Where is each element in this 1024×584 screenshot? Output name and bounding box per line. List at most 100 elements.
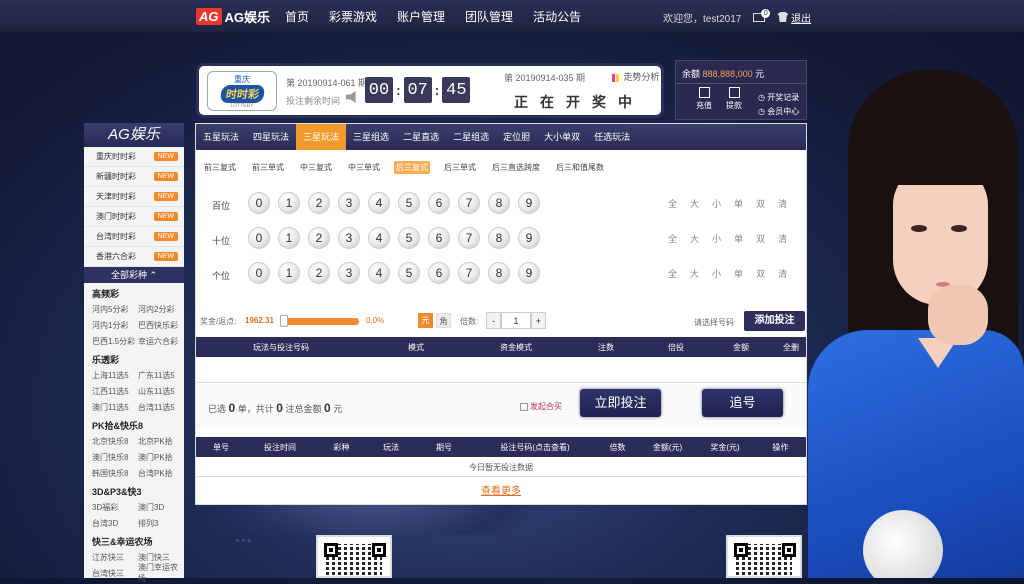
nav-account[interactable]: 账户管理 xyxy=(397,8,445,25)
sidebar-game-link[interactable]: 台湾PK拾 xyxy=(138,468,184,479)
rebate-slider-knob[interactable] xyxy=(280,315,288,327)
sidebar-game-link[interactable]: 广东11选5 xyxy=(138,370,184,381)
sidebar-game-link[interactable]: 澳门11选5 xyxy=(92,402,138,413)
tab-play-type[interactable]: 定位胆 xyxy=(496,124,537,150)
subtab-play[interactable]: 前三复式 xyxy=(202,161,238,174)
digit-ball[interactable]: 3 xyxy=(338,192,360,214)
group-buy-checkbox[interactable]: 发起合买 xyxy=(520,401,562,412)
chase-number-button[interactable]: 追号 xyxy=(702,389,783,417)
sidebar-game-link[interactable]: 台湾11选5 xyxy=(138,402,184,413)
quick-select-option[interactable]: 小 xyxy=(712,267,721,280)
sidebar-game-link[interactable]: 江西11选5 xyxy=(92,386,138,397)
sidebar-game-link[interactable]: 河内5分彩 xyxy=(92,304,138,315)
quick-select-option[interactable]: 全 xyxy=(668,267,677,280)
digit-ball[interactable]: 3 xyxy=(338,227,360,249)
quick-select-option[interactable]: 大 xyxy=(690,267,699,280)
member-center-link[interactable]: ◷ 会员中心 xyxy=(758,105,799,119)
bet-list-column-header[interactable]: 全删 xyxy=(776,342,806,353)
sidebar-hot-game[interactable]: 澳门时时彩 NEW xyxy=(84,207,184,227)
tab-play-type[interactable]: 三星组选 xyxy=(346,124,396,150)
sidebar-game-link[interactable]: 澳门快三 xyxy=(138,552,184,563)
quick-select-option[interactable]: 小 xyxy=(712,232,721,245)
subtab-play[interactable]: 后三和值尾数 xyxy=(554,161,606,174)
digit-ball[interactable]: 4 xyxy=(368,262,390,284)
sidebar-game-link[interactable]: 北京快乐8 xyxy=(92,436,138,447)
sidebar-game-link[interactable]: 澳门PK拾 xyxy=(138,452,184,463)
sidebar-hot-game[interactable]: 台湾时时彩 NEW xyxy=(84,227,184,247)
logout-link[interactable]: 退出 xyxy=(791,14,811,25)
multiplier-plus-button[interactable]: + xyxy=(531,312,546,329)
speaker-icon[interactable] xyxy=(346,91,356,103)
digit-ball[interactable]: 1 xyxy=(278,227,300,249)
subtab-play[interactable]: 后三直选跨度 xyxy=(490,161,542,174)
digit-ball[interactable]: 8 xyxy=(488,192,510,214)
mail-icon[interactable]: 0 xyxy=(753,9,771,22)
tab-play-type[interactable]: 任选玩法 xyxy=(587,124,637,150)
sidebar-game-link[interactable]: 上海11选5 xyxy=(92,370,138,381)
digit-ball[interactable]: 4 xyxy=(368,227,390,249)
digit-ball[interactable]: 4 xyxy=(368,192,390,214)
sidebar-game-link[interactable]: 韩国快乐8 xyxy=(92,468,138,479)
sidebar-hot-game[interactable]: 香港六合彩 NEW xyxy=(84,247,184,267)
subtab-play[interactable]: 中三复式 xyxy=(298,161,334,174)
sidebar-game-link[interactable]: 河内2分彩 xyxy=(138,304,184,315)
quick-select-option[interactable]: 大 xyxy=(690,232,699,245)
digit-ball[interactable]: 7 xyxy=(458,262,480,284)
digit-ball[interactable]: 0 xyxy=(248,192,270,214)
sidebar-game-link[interactable]: 台湾快三 xyxy=(92,568,138,579)
sidebar-game-link[interactable]: 排列3 xyxy=(138,518,184,529)
sidebar-hot-game[interactable]: 重庆时时彩 NEW xyxy=(84,147,184,167)
sidebar-game-link[interactable]: 巴西快乐彩 xyxy=(138,320,184,331)
sidebar-game-link[interactable]: 巴西1.5分彩 xyxy=(92,336,138,347)
subtab-play[interactable]: 后三单式 xyxy=(442,161,478,174)
all-games-toggle[interactable]: 全部彩种 ⌃ xyxy=(84,267,184,283)
digit-ball[interactable]: 5 xyxy=(398,192,420,214)
see-more-link[interactable]: 查看更多 xyxy=(196,482,806,497)
digit-ball[interactable]: 7 xyxy=(458,227,480,249)
quick-select-option[interactable]: 清 xyxy=(778,197,787,210)
sidebar-game-link[interactable]: 河内1分彩 xyxy=(92,320,138,331)
digit-ball[interactable]: 5 xyxy=(398,227,420,249)
nav-announcements[interactable]: 活动公告 xyxy=(533,8,581,25)
unit-jiao-button[interactable]: 角 xyxy=(436,313,451,328)
tab-play-type[interactable]: 五星玩法 xyxy=(196,124,246,150)
digit-ball[interactable]: 1 xyxy=(278,192,300,214)
sidebar-game-link[interactable]: 江苏快三 xyxy=(92,552,138,563)
quick-select-option[interactable]: 双 xyxy=(756,267,765,280)
digit-ball[interactable]: 7 xyxy=(458,192,480,214)
quick-select-option[interactable]: 小 xyxy=(712,197,721,210)
digit-ball[interactable]: 6 xyxy=(428,192,450,214)
quick-select-option[interactable]: 大 xyxy=(690,197,699,210)
digit-ball[interactable]: 9 xyxy=(518,262,540,284)
sidebar-game-link[interactable]: 山东11选5 xyxy=(138,386,184,397)
quick-select-option[interactable]: 单 xyxy=(734,197,743,210)
sidebar-game-link[interactable]: 北京PK拾 xyxy=(138,436,184,447)
sidebar-game-link[interactable]: 澳门幸运农场 xyxy=(138,562,184,584)
multiplier-input[interactable]: 1 xyxy=(501,312,531,329)
unit-yuan-button[interactable]: 元 xyxy=(418,313,433,328)
quick-select-option[interactable]: 清 xyxy=(778,267,787,280)
quick-select-option[interactable]: 清 xyxy=(778,232,787,245)
tab-play-type[interactable]: 二星直选 xyxy=(396,124,446,150)
site-logo[interactable]: AG AG娱乐 xyxy=(196,5,270,27)
trend-analysis-link[interactable]: 走势分析 xyxy=(612,70,660,83)
digit-ball[interactable]: 9 xyxy=(518,192,540,214)
digit-ball[interactable]: 0 xyxy=(248,227,270,249)
tab-play-type[interactable]: 二星组选 xyxy=(446,124,496,150)
tab-play-type[interactable]: 三星玩法 xyxy=(296,124,347,150)
digit-ball[interactable]: 9 xyxy=(518,227,540,249)
sidebar-game-link[interactable]: 幸运六合彩 xyxy=(138,336,184,347)
tab-play-type[interactable]: 大小单双 xyxy=(537,124,587,150)
digit-ball[interactable]: 8 xyxy=(488,227,510,249)
digit-ball[interactable]: 0 xyxy=(248,262,270,284)
digit-ball[interactable]: 3 xyxy=(338,262,360,284)
tab-play-type[interactable]: 四星玩法 xyxy=(246,124,296,150)
sidebar-hot-game[interactable]: 新疆时时彩 NEW xyxy=(84,167,184,187)
place-bet-button[interactable]: 立即投注 xyxy=(580,389,661,417)
sidebar-game-link[interactable]: 3D福彩 xyxy=(92,502,138,513)
withdraw-button[interactable]: 提款 xyxy=(726,87,742,111)
digit-ball[interactable]: 5 xyxy=(398,262,420,284)
quick-select-option[interactable]: 全 xyxy=(668,232,677,245)
subtab-play[interactable]: 前三单式 xyxy=(250,161,286,174)
digit-ball[interactable]: 2 xyxy=(308,227,330,249)
